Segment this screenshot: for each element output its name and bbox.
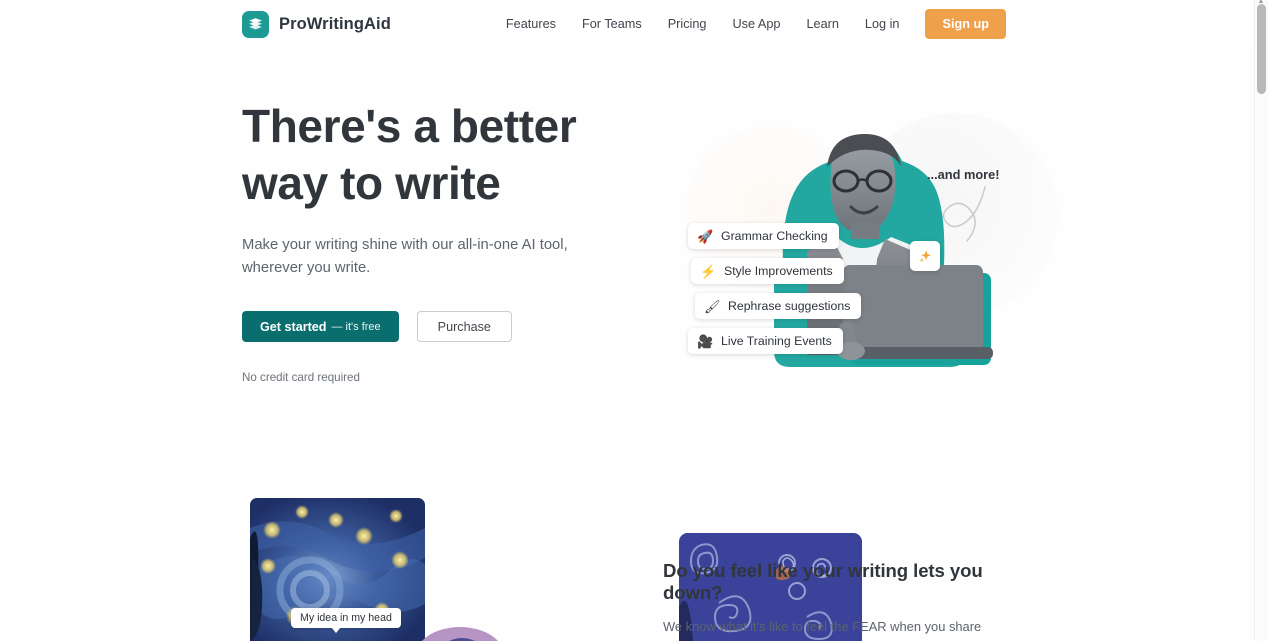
lower-section-text: Do you feel like your writing lets you d… bbox=[663, 560, 1023, 641]
main-navigation: Features For Teams Pricing Use App Learn… bbox=[493, 9, 1006, 39]
no-credit-card-note: No credit card required bbox=[242, 371, 360, 384]
chip-style-improvements[interactable]: ⚡ Style Improvements bbox=[691, 258, 844, 284]
chip-label: Grammar Checking bbox=[721, 229, 828, 243]
chip-rephrase-suggestions[interactable]: 🖌 Rephrase suggestions bbox=[695, 293, 862, 319]
hero-title-line-2: way to write bbox=[242, 157, 501, 209]
book-mark-icon bbox=[242, 10, 269, 38]
get-started-label: Get started bbox=[260, 319, 327, 334]
nav-log-in[interactable]: Log in bbox=[852, 11, 913, 37]
site-header: ProWritingAid Features For Teams Pricing… bbox=[0, 0, 1254, 48]
chip-grammar-checking[interactable]: 🚀 Grammar Checking bbox=[688, 223, 839, 249]
nav-for-teams[interactable]: For Teams bbox=[569, 11, 655, 37]
video-camera-icon: 🎥 bbox=[697, 333, 714, 349]
hero-title-line-1: There's a better bbox=[242, 100, 577, 152]
nav-learn[interactable]: Learn bbox=[793, 11, 851, 37]
hero-illustration: 🚀 Grammar Checking ⚡ Style Improvements … bbox=[655, 95, 1058, 395]
nav-pricing[interactable]: Pricing bbox=[655, 11, 720, 37]
scrollbar-thumb[interactable] bbox=[1257, 4, 1266, 94]
hero-cta-group: Get started — it's free Purchase bbox=[242, 311, 642, 342]
page-title: There's a better way to write bbox=[242, 98, 642, 212]
get-started-button[interactable]: Get started — it's free bbox=[242, 311, 399, 342]
chip-label: Rephrase suggestions bbox=[728, 299, 851, 313]
page-scrollbar[interactable]: ▲ bbox=[1254, 0, 1268, 641]
chip-label: Live Training Events bbox=[721, 334, 832, 348]
chip-label: Style Improvements bbox=[724, 264, 833, 278]
purchase-button[interactable]: Purchase bbox=[416, 311, 512, 342]
paintbrush-icon: 🖌 bbox=[704, 298, 721, 314]
curved-arrow-icon bbox=[942, 186, 986, 242]
and-more-annotation: ...and more! bbox=[927, 167, 1000, 182]
hero-content: There's a better way to write Make your … bbox=[242, 98, 642, 384]
brand-name: ProWritingAid bbox=[279, 14, 391, 33]
idea-tooltip: My idea in my head bbox=[291, 608, 401, 633]
lightning-icon: ⚡ bbox=[700, 263, 717, 279]
hero-subtitle: Make your writing shine with our all-in-… bbox=[242, 237, 568, 276]
lower-section-title: Do you feel like your writing lets you d… bbox=[663, 560, 983, 603]
page-root: ProWritingAid Features For Teams Pricing… bbox=[0, 0, 1268, 641]
feature-chip-list: 🚀 Grammar Checking ⚡ Style Improvements … bbox=[688, 223, 862, 363]
brand-logo[interactable]: ProWritingAid bbox=[242, 10, 391, 38]
sign-up-button[interactable]: Sign up bbox=[925, 9, 1006, 39]
lower-section-body: We know what it's like to feel the FEAR … bbox=[663, 619, 999, 641]
rocket-icon: 🚀 bbox=[697, 228, 714, 244]
chip-live-training-events[interactable]: 🎥 Live Training Events bbox=[688, 328, 843, 354]
get-started-sublabel: — it's free bbox=[331, 320, 381, 333]
nav-features[interactable]: Features bbox=[493, 11, 569, 37]
nav-use-app[interactable]: Use App bbox=[719, 11, 793, 37]
